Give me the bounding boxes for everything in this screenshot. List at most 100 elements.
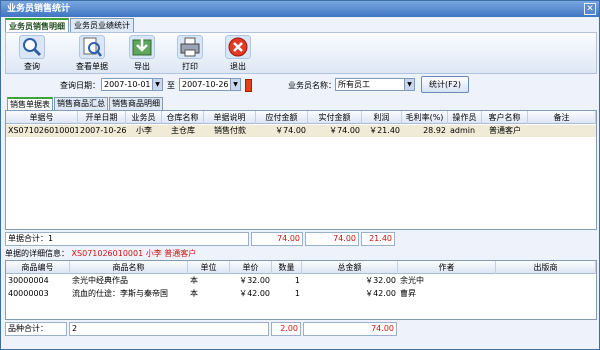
date-from-value: 2007-10-01 [104, 80, 151, 89]
sub-tab-strip: 销售单据表 销售商品汇总 销售商品明细 [7, 97, 164, 110]
table-row[interactable]: 40000003 流血的仕途：李斯与秦帝国 本 ￥42.00 1 ￥42.00 … [6, 288, 596, 300]
table-cell: 1 [294, 289, 300, 298]
table-cell [528, 125, 596, 137]
column-header[interactable]: 仓库名称 [162, 111, 204, 124]
table-cell: 主仓库 [171, 126, 195, 135]
date-from-picker[interactable]: 2007-10-01 ▼ [101, 78, 163, 91]
filter-bar: 查询日期： 2007-10-01 ▼ 至 2007-10-26 ▼ 业务员名称：… [5, 76, 597, 94]
exit-icon [225, 35, 251, 59]
column-header[interactable]: 单据说明 [204, 111, 256, 124]
print-button[interactable]: 打印 [170, 35, 210, 73]
main-window: 业务员销售统计 ✕ 业务员销售明细 业务员业绩统计 查询 查看单据 导出 打印 … [0, 0, 600, 350]
column-header[interactable]: 开单日期 [78, 111, 126, 124]
column-header[interactable]: 客户名称 [482, 111, 528, 124]
sum-quantity: 2.00 [271, 322, 301, 336]
table-cell: 本 [190, 289, 198, 298]
table-cell: XS071026010001 [8, 126, 78, 135]
column-header[interactable]: 利润 [362, 111, 402, 124]
column-header[interactable]: 实付金额 [308, 111, 362, 124]
date-clear-icon[interactable] [245, 79, 252, 92]
title-bar: 业务员销售统计 ✕ [1, 1, 599, 17]
table-cell: 本 [190, 276, 198, 285]
product-detail-table: 商品编号 商品名称 单位 单价 数量 总金额 作者 出版商 30000004 余… [5, 260, 597, 320]
table-cell: ￥32.00 [365, 276, 396, 285]
table-cell [496, 288, 596, 300]
sum-paid: 74.00 [305, 232, 359, 246]
column-header[interactable]: 商品编号 [6, 261, 70, 274]
window-title: 业务员销售统计 [7, 4, 71, 14]
export-label: 导出 [134, 62, 150, 71]
product-count: 2 [69, 322, 269, 336]
column-header[interactable]: 商品名称 [70, 261, 188, 274]
date-to-picker[interactable]: 2007-10-26 ▼ [179, 78, 241, 91]
export-button[interactable]: 导出 [122, 35, 162, 73]
column-header[interactable]: 出版商 [496, 261, 596, 274]
exit-label: 退出 [230, 62, 246, 71]
query-date-label: 查询日期： [60, 81, 100, 90]
sum-profit: 21.40 [361, 232, 395, 246]
column-header[interactable]: 作者 [398, 261, 496, 274]
table-cell: ￥74.00 [329, 126, 360, 135]
table-row[interactable]: XS071026010001 2007-10-26 小李 主仓库 销售付款 ￥7… [6, 125, 596, 137]
document-search-icon [79, 35, 105, 59]
table-header: 商品编号 商品名称 单位 单价 数量 总金额 作者 出版商 [6, 261, 596, 274]
column-header[interactable]: 操作员 [448, 111, 482, 124]
magnifier-icon [19, 35, 45, 59]
table-cell: ￥42.00 [239, 289, 270, 298]
salesman-select[interactable]: 所有员工 ▼ [335, 78, 415, 91]
table-cell: ￥21.40 [369, 126, 400, 135]
printer-icon [177, 35, 203, 59]
sum-payable: 74.00 [251, 232, 303, 246]
document-summary-bar: 单据合计：1 74.00 74.00 21.40 [5, 232, 597, 246]
column-header[interactable]: 单位 [188, 261, 230, 274]
view-document-button[interactable]: 查看单据 [70, 35, 114, 73]
table-cell: 2007-10-26 [80, 126, 126, 135]
product-count-label: 品种合计： [5, 322, 67, 336]
detail-label: 单据的详细信息： [5, 249, 69, 258]
tab-salesman-detail[interactable]: 业务员销售明细 [5, 18, 69, 32]
statistics-button[interactable]: 统计(F2) [421, 76, 469, 93]
column-header[interactable]: 业务员 [126, 111, 162, 124]
table-row[interactable]: 30000004 余光中经典作品 本 ￥32.00 1 ￥32.00 余光中 [6, 275, 596, 287]
chevron-down-icon[interactable]: ▼ [230, 79, 240, 90]
table-cell: 普通客户 [489, 126, 521, 135]
column-header[interactable]: 备注 [528, 111, 596, 124]
document-count: 单据合计：1 [5, 232, 249, 246]
column-header[interactable]: 总金额 [302, 261, 398, 274]
document-detail-header: 单据的详细信息： XS071026010001 小李 普通客户 [5, 248, 597, 260]
chevron-down-icon[interactable]: ▼ [404, 79, 414, 90]
exit-button[interactable]: 退出 [218, 35, 258, 73]
column-header[interactable]: 数量 [272, 261, 302, 274]
column-header[interactable]: 应付金额 [256, 111, 308, 124]
table-cell: 30000004 [8, 276, 49, 285]
tab-salesman-performance[interactable]: 业务员业绩统计 [70, 18, 134, 32]
tab-product-detail[interactable]: 销售商品明细 [109, 97, 163, 110]
query-button[interactable]: 查询 [12, 35, 52, 73]
column-header[interactable]: 单价 [230, 261, 272, 274]
table-cell: 小李 [136, 126, 152, 135]
table-cell: 余光中经典作品 [72, 276, 128, 285]
column-header[interactable]: 单据号 [6, 111, 78, 124]
table-cell: ￥32.00 [239, 276, 270, 285]
salesman-label: 业务员名称： [288, 81, 336, 90]
table-cell: ￥42.00 [365, 289, 396, 298]
sales-document-table: 单据号 开单日期 业务员 仓库名称 单据说明 应付金额 实付金额 利润 毛利率(… [5, 110, 597, 230]
table-cell: 1 [294, 276, 300, 285]
toolbar: 查询 查看单据 导出 打印 退出 [5, 32, 597, 74]
view-document-label: 查看单据 [76, 62, 108, 71]
chevron-down-icon[interactable]: ▼ [152, 79, 162, 90]
tab-sales-documents[interactable]: 销售单据表 [7, 97, 53, 110]
table-header: 单据号 开单日期 业务员 仓库名称 单据说明 应付金额 实付金额 利润 毛利率(… [6, 111, 596, 124]
date-to-value: 2007-10-26 [182, 80, 229, 89]
table-cell: 流血的仕途：李斯与秦帝国 [72, 289, 168, 298]
export-icon [129, 35, 155, 59]
table-cell: admin [450, 126, 476, 135]
tab-product-summary[interactable]: 销售商品汇总 [54, 97, 108, 110]
table-cell: 28.92 [423, 126, 446, 135]
detail-info: XS071026010001 小李 普通客户 [71, 249, 197, 258]
print-label: 打印 [182, 62, 198, 71]
sum-amount: 74.00 [303, 322, 397, 336]
table-cell: 销售付款 [214, 126, 246, 135]
column-header[interactable]: 毛利率(%) [402, 111, 448, 124]
close-icon[interactable]: ✕ [584, 3, 596, 15]
